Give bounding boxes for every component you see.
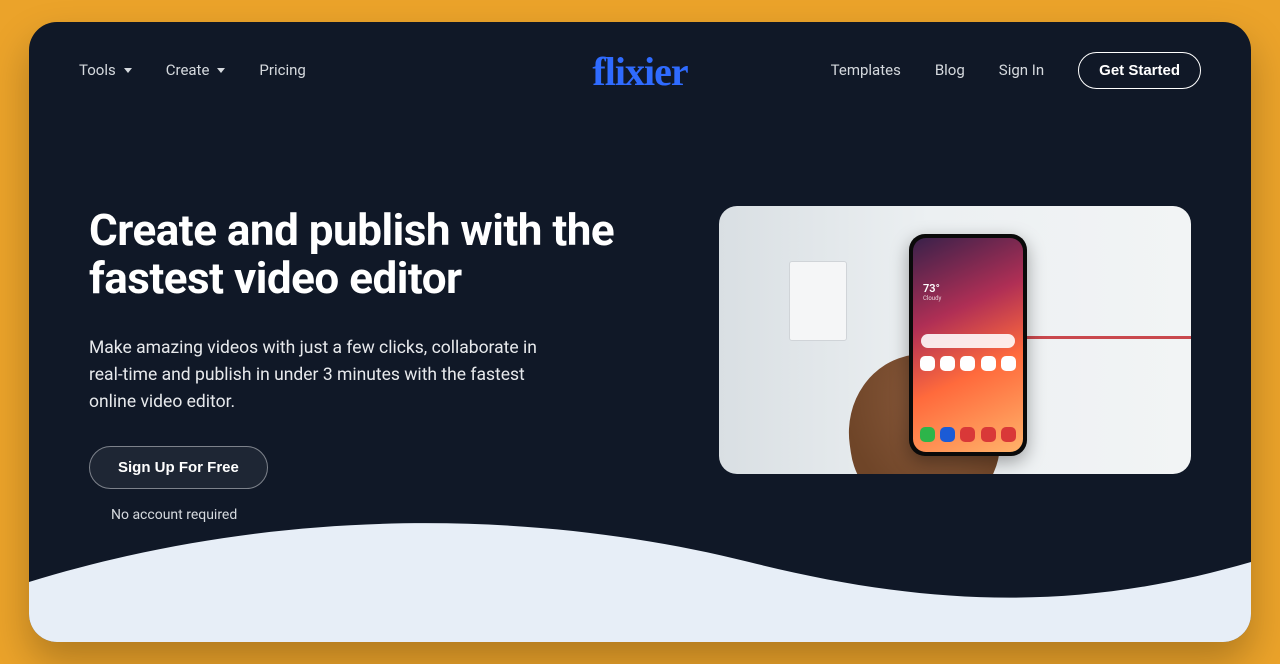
nav-pricing-label: Pricing [259,61,305,79]
app-row-dock [913,427,1023,442]
app-row-1 [913,356,1023,371]
weather-sub: Cloudy [923,295,941,302]
app-icon [1001,427,1016,442]
chevron-down-icon [217,68,225,73]
nav-signin-label: Sign In [999,61,1044,79]
app-icon [960,356,975,371]
app-icon [960,427,975,442]
app-icon [1001,356,1016,371]
weather-temp: 73° [923,282,940,295]
signup-free-button[interactable]: Sign Up For Free [89,446,268,489]
phone-search-bar [921,334,1015,348]
nav-pricing[interactable]: Pricing [259,61,305,79]
chevron-down-icon [124,68,132,73]
hero-copy: Create and publish with the fastest vide… [89,206,619,523]
phone-screen: 73° Cloudy [913,238,1023,452]
nav-right: Templates Blog Sign In Get Started [688,52,1201,89]
nav-templates-label: Templates [831,61,901,79]
page-card: Tools Create Pricing flixier Templates B… [29,22,1251,642]
app-icon [920,427,935,442]
hero-subtext: Make amazing videos with just a few clic… [89,335,559,416]
nav-tools[interactable]: Tools [79,61,132,79]
wall-panel-icon [789,261,847,341]
weather-widget: 73° Cloudy [923,282,941,302]
nav-create[interactable]: Create [166,61,226,79]
top-nav: Tools Create Pricing flixier Templates B… [29,22,1251,96]
hero: Create and publish with the fastest vide… [29,96,1251,523]
video-thumbnail[interactable]: 73° Cloudy [719,206,1191,474]
app-icon [981,427,996,442]
nav-signin[interactable]: Sign In [999,61,1044,79]
nav-left: Tools Create Pricing [79,61,592,79]
nav-templates[interactable]: Templates [831,61,901,79]
app-icon [920,356,935,371]
brand-logo[interactable]: flixier [592,46,687,95]
nav-create-label: Create [166,61,210,79]
nav-tools-label: Tools [79,61,116,79]
get-started-button[interactable]: Get Started [1078,52,1201,89]
app-icon [940,427,955,442]
phone-icon: 73° Cloudy [909,234,1027,456]
app-icon [981,356,996,371]
hero-media: 73° Cloudy [659,206,1191,523]
nav-blog-label: Blog [935,61,965,79]
app-icon [940,356,955,371]
hero-headline: Create and publish with the fastest vide… [89,206,619,303]
nav-blog[interactable]: Blog [935,61,965,79]
hero-subnote: No account required [111,507,619,523]
